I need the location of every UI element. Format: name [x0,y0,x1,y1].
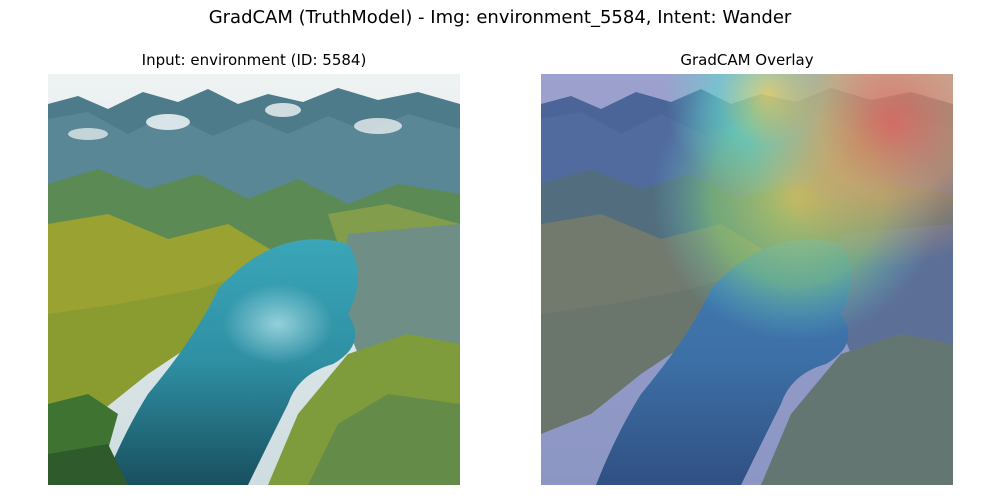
input-panel-title: Input: environment (ID: 5584) [141,51,367,69]
input-image [48,74,460,485]
figure-title: GradCAM (TruthModel) - Img: environment_… [208,7,792,28]
overlay-image [541,74,953,485]
gradcam-overlay-image [541,74,953,485]
landscape-image [48,74,460,485]
overlay-panel-title: GradCAM Overlay [680,51,814,69]
